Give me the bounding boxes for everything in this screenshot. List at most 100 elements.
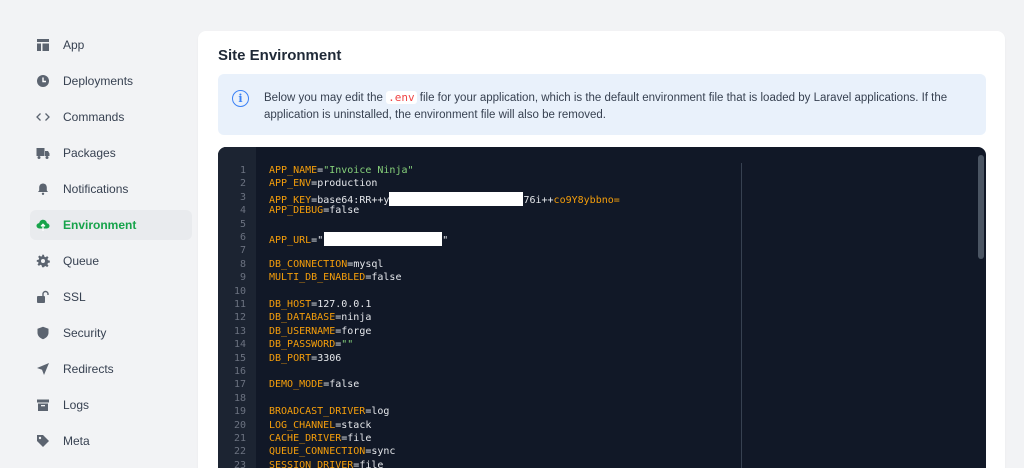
site-environment-panel: Site Environment i Below you may edit th… — [198, 31, 1005, 468]
sidebar-item-label: SSL — [63, 290, 86, 304]
code-line[interactable]: APP_NAME="Invoice Ninja" — [269, 165, 414, 176]
env-value: "" — [341, 339, 354, 351]
sidebar-item-notifications[interactable]: Notifications — [30, 174, 192, 204]
code-line[interactable]: DB_CONNECTION=mysql — [269, 259, 383, 270]
env-value: " — [317, 235, 324, 246]
sidebar-item-logs[interactable]: Logs — [30, 390, 192, 420]
sidebar-item-label: Environment — [63, 218, 137, 232]
code-line[interactable]: MULTI_DB_ENABLED=false — [269, 272, 401, 283]
line-number: 20 — [233, 419, 246, 431]
code-line[interactable]: QUEUE_CONNECTION=sync — [269, 446, 395, 457]
shield-icon — [36, 326, 50, 340]
code-line[interactable]: DEMO_MODE=false — [269, 379, 359, 390]
env-value: false — [329, 205, 360, 217]
line-number: 23 — [233, 459, 246, 468]
env-key: DB_PORT — [269, 352, 312, 364]
sidebar-item-label: Commands — [63, 110, 125, 124]
code-line[interactable]: SESSION_DRIVER=file — [269, 460, 383, 468]
env-key: APP_DEBUG — [269, 205, 324, 217]
redacted-block — [389, 191, 524, 206]
code-icon — [36, 110, 50, 124]
env-code-editor[interactable]: 1 2 3 4 5 6 7 8 9 10 11 12 13 14 15 16 17 18 19 20 21 22 23 AP… — [218, 147, 986, 468]
truck-icon — [36, 146, 50, 160]
closing-quote: " — [442, 235, 449, 246]
cloud-upload-icon — [36, 218, 50, 232]
sidebar-item-commands[interactable]: Commands — [30, 102, 192, 132]
line-number: 7 — [239, 245, 246, 257]
line-number: 16 — [233, 366, 246, 377]
clock-icon — [36, 74, 50, 88]
sidebar-item-label: App — [63, 38, 85, 52]
sidebar-item-queue[interactable]: Queue — [30, 246, 192, 276]
sidebar: App Deployments Commands Packages Notificati… — [30, 30, 192, 462]
code-line[interactable]: BROADCAST_DRIVER=log — [269, 406, 389, 417]
info-text: Below you may edit the .env file for you… — [264, 89, 974, 124]
sidebar-item-environment[interactable]: Environment — [30, 210, 192, 240]
env-key: DB_DATABASE — [269, 312, 336, 324]
env-value: false — [371, 272, 402, 284]
code-line[interactable]: DB_PASSWORD="" — [269, 339, 353, 350]
code-line[interactable]: DB_HOST=127.0.0.1 — [269, 299, 371, 310]
env-key: DB_PASSWORD — [269, 339, 336, 351]
line-number: 17 — [233, 379, 246, 391]
env-value: file — [359, 459, 384, 468]
sidebar-item-ssl[interactable]: SSL — [30, 282, 192, 312]
env-key: QUEUE_CONNECTION — [269, 446, 366, 458]
sidebar-item-label: Queue — [63, 254, 100, 268]
sidebar-item-label: Deployments — [63, 74, 134, 88]
code-line[interactable]: LOG_CHANNEL=stack — [269, 420, 371, 431]
info-alert: i Below you may edit the .env file for y… — [218, 74, 986, 135]
env-key: MULTI_DB_ENABLED — [269, 272, 366, 284]
env-value-part: co9Y8ybbno= — [553, 194, 620, 206]
unlock-icon — [36, 290, 50, 304]
sidebar-item-packages[interactable]: Packages — [30, 138, 192, 168]
code-area[interactable]: APP_NAME="Invoice Ninja" APP_ENV=producti… — [269, 147, 986, 468]
code-line[interactable]: DB_PORT=3306 — [269, 353, 341, 364]
env-key: APP_URL — [269, 235, 312, 246]
sidebar-item-meta[interactable]: Meta — [30, 426, 192, 456]
line-number: 1 — [239, 165, 246, 176]
line-number: 2 — [239, 178, 246, 190]
line-number: 19 — [233, 406, 246, 418]
sidebar-item-label: Meta — [63, 434, 90, 448]
redacted-block — [324, 232, 443, 246]
line-number: 3 — [239, 191, 246, 203]
sidebar-item-security[interactable]: Security — [30, 318, 192, 348]
code-line[interactable]: CACHE_DRIVER=file — [269, 433, 371, 444]
sidebar-item-label: Security — [63, 326, 107, 340]
sidebar-item-app[interactable]: App — [30, 30, 192, 60]
env-value: file — [347, 433, 372, 444]
env-value: base64:RR++y — [317, 194, 390, 206]
sidebar-item-deployments[interactable]: Deployments — [30, 66, 192, 96]
env-key: APP_NAME — [269, 165, 318, 176]
env-key: SESSION_DRIVER — [269, 459, 354, 468]
env-value: ninja — [341, 312, 372, 324]
code-line[interactable]: APP_ENV=production — [269, 178, 377, 189]
print-margin-rule — [741, 163, 742, 468]
line-number: 13 — [233, 325, 246, 337]
env-value: 3306 — [317, 352, 342, 364]
code-line[interactable]: APP_KEY=base64:RR++y 76i++co9Y8ybbno= — [269, 191, 620, 206]
env-key: DEMO_MODE — [269, 379, 324, 391]
env-key: BROADCAST_DRIVER — [269, 406, 366, 418]
layout-icon — [36, 38, 50, 52]
line-number: 11 — [233, 299, 246, 310]
line-number-gutter: 1 2 3 4 5 6 7 8 9 10 11 12 13 14 15 16 17 18 19 20 21 22 23 — [218, 147, 256, 468]
code-line[interactable]: APP_DEBUG=false — [269, 205, 359, 216]
line-number: 5 — [239, 218, 246, 230]
line-number: 6 — [239, 232, 246, 243]
env-value: mysql — [353, 258, 384, 270]
code-line[interactable]: DB_USERNAME=forge — [269, 326, 371, 337]
env-value: production — [317, 178, 378, 190]
send-icon — [36, 362, 50, 376]
code-line[interactable]: DB_DATABASE=ninja — [269, 312, 371, 323]
line-number: 22 — [233, 446, 246, 458]
env-key: DB_USERNAME — [269, 325, 336, 337]
line-number: 8 — [239, 258, 246, 270]
info-text-before: Below you may edit the — [264, 92, 387, 104]
editor-scrollbar[interactable] — [978, 155, 984, 259]
env-key: LOG_CHANNEL — [269, 419, 336, 431]
sidebar-item-label: Redirects — [63, 362, 114, 376]
code-line[interactable]: APP_URL=" " — [269, 232, 448, 246]
sidebar-item-redirects[interactable]: Redirects — [30, 354, 192, 384]
